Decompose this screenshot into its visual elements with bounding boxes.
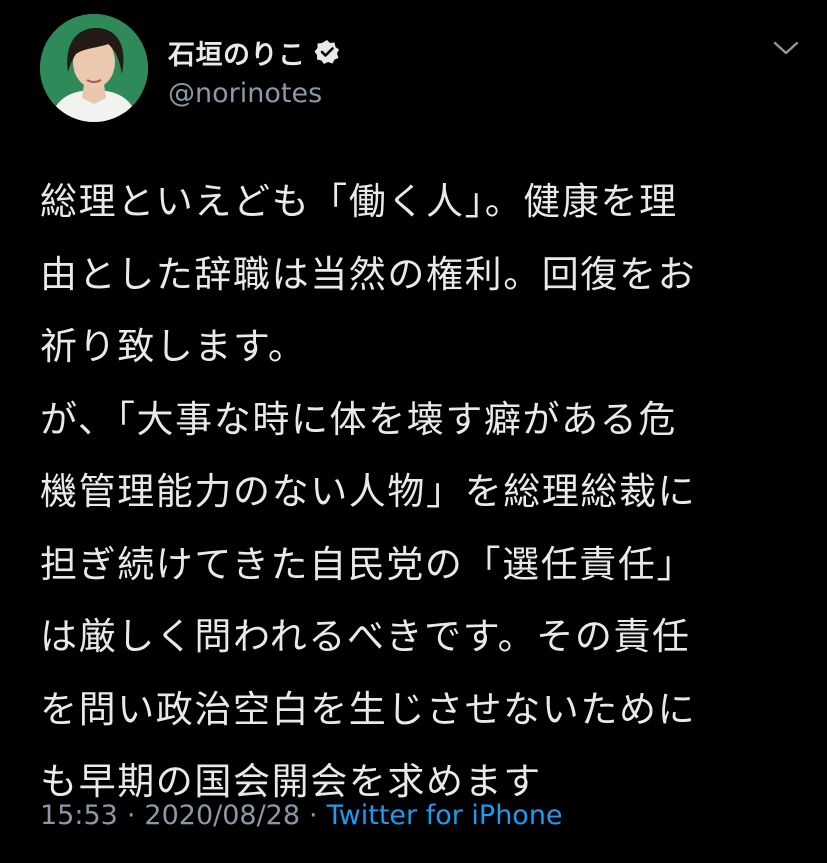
tweet-text-line: 由とした辞職は当然の権利。回復をお bbox=[40, 252, 697, 296]
tweet-text: 総理といえども「働く人」。健康を理 由とした辞職は当然の権利。回復をお 祈り致し… bbox=[40, 166, 800, 819]
tweet-source-link[interactable]: Twitter for iPhone bbox=[327, 800, 563, 831]
tweet-text-line: を問い政治空白を生じさせないために bbox=[40, 687, 697, 731]
tweet-text-line: 総理といえども「働く人」。健康を理 bbox=[40, 180, 678, 223]
tweet-header: 石垣のりこ @norinotes bbox=[40, 14, 800, 124]
meta-separator: · bbox=[309, 800, 318, 831]
tweet-text-line: 機管理能力のない人物」を総理総裁に bbox=[40, 470, 697, 513]
tweet: 石垣のりこ @norinotes 総理といえども「働く人」。健康を理 由とした辞… bbox=[0, 0, 827, 863]
display-name[interactable]: 石垣のりこ bbox=[168, 33, 306, 72]
avatar-image bbox=[40, 14, 148, 122]
user-names: 石垣のりこ @norinotes bbox=[168, 32, 340, 109]
tweet-text-line: 担ぎ続けてきた自民党の「選任責任」 bbox=[40, 542, 696, 586]
display-name-row: 石垣のりこ bbox=[168, 32, 340, 72]
tweet-time[interactable]: 15:53 bbox=[40, 800, 118, 831]
user-handle[interactable]: @norinotes bbox=[168, 78, 340, 109]
tweet-text-line: が、「大事な時に体を壊す癖がある危 bbox=[40, 397, 677, 441]
chevron-down-icon bbox=[773, 41, 799, 55]
tweet-meta: 15:53 · 2020/08/28 · Twitter for iPhone bbox=[40, 800, 563, 831]
tweet-text-line: 祈り致します。 bbox=[40, 325, 307, 368]
meta-separator: · bbox=[126, 800, 136, 831]
tweet-date[interactable]: 2020/08/28 bbox=[144, 800, 300, 831]
avatar[interactable] bbox=[40, 14, 148, 122]
tweet-menu-button[interactable] bbox=[772, 38, 800, 58]
tweet-text-line: は厳しく問われるべきです。その責任 bbox=[40, 615, 691, 658]
verified-badge-icon bbox=[314, 39, 340, 65]
